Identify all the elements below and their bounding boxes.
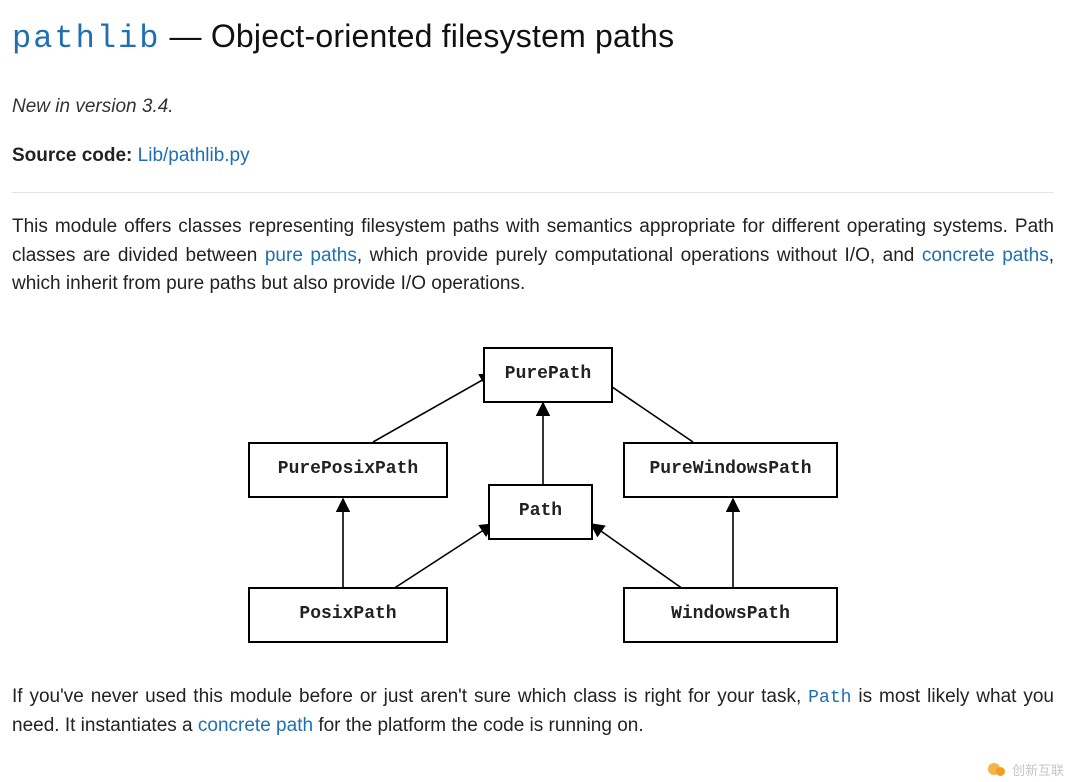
- section-divider: [12, 192, 1054, 193]
- outro-text-3: for the platform the code is running on.: [313, 715, 644, 736]
- intro-paragraph: This module offers classes representing …: [12, 213, 1054, 299]
- node-pureposixpath: PurePosixPath: [248, 442, 448, 498]
- title-text: Object-oriented filesystem paths: [211, 18, 675, 54]
- outro-paragraph: If you've never used this module before …: [12, 683, 1054, 741]
- page-title: pathlib — Object-oriented filesystem pat…: [12, 12, 1054, 63]
- node-purewindowspath: PureWindowsPath: [623, 442, 838, 498]
- concrete-path-link[interactable]: concrete path: [198, 715, 313, 736]
- source-line: Source code: Lib/pathlib.py: [12, 142, 1054, 171]
- source-link[interactable]: Lib/pathlib.py: [138, 145, 250, 166]
- intro-text-2: , which provide purely computational ope…: [357, 245, 922, 266]
- concrete-paths-link[interactable]: concrete paths: [922, 245, 1049, 266]
- version-note: New in version 3.4.: [12, 93, 1054, 122]
- node-purepath: PurePath: [483, 347, 613, 403]
- path-class-code: Path: [808, 688, 851, 708]
- node-posixpath: PosixPath: [248, 587, 448, 643]
- pure-paths-link[interactable]: pure paths: [265, 245, 357, 266]
- watermark: 创新互联: [988, 761, 1064, 781]
- node-windowspath: WindowsPath: [623, 587, 838, 643]
- class-hierarchy-diagram: PurePath PurePosixPath PureWindowsPath P…: [213, 329, 853, 649]
- watermark-text: 创新互联: [1012, 761, 1064, 781]
- module-name: pathlib: [12, 20, 160, 57]
- title-dash: —: [160, 18, 210, 54]
- node-path: Path: [488, 484, 593, 540]
- watermark-icon: [988, 761, 1006, 779]
- outro-text-1: If you've never used this module before …: [12, 686, 808, 707]
- source-label: Source code:: [12, 145, 132, 166]
